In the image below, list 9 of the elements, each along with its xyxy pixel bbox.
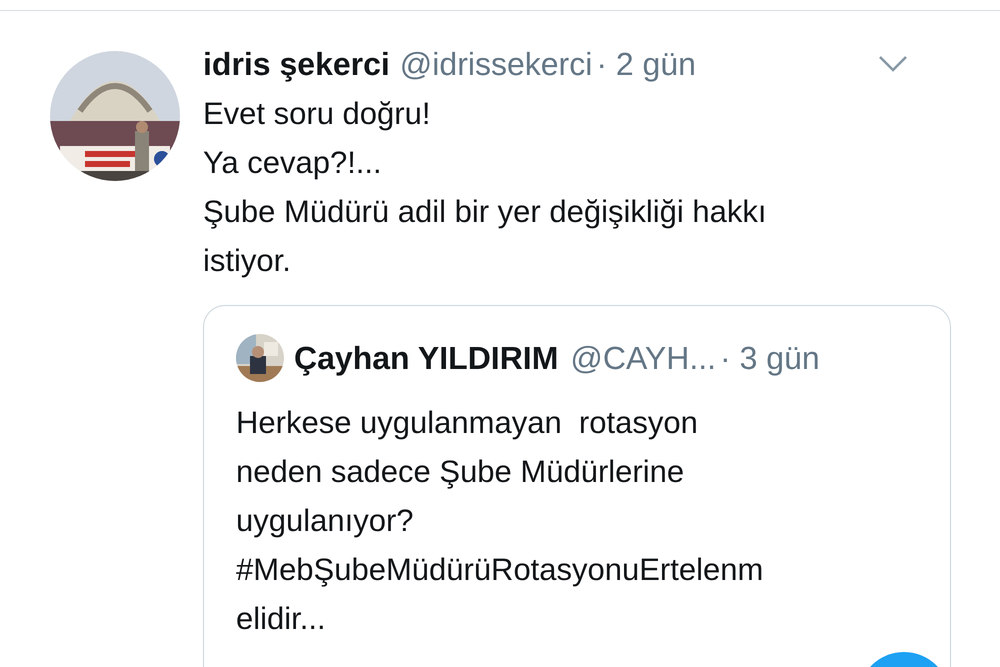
quoted-author-name: Çayhan YILDIRIM bbox=[294, 339, 558, 378]
quoted-tweet-time: · 3 gün bbox=[720, 339, 820, 378]
author-handle[interactable]: @idrissekerci bbox=[400, 40, 592, 88]
author-name[interactable]: idris şekerci bbox=[203, 40, 390, 88]
tweet-text: Evet soru doğru! Ya cevap?!... Şube Müdürü adil bir yer değişikliği hakkı istiyor. bbox=[203, 95, 768, 280]
quoted-tweet-text: Herkese uygulanmayan rotasyon neden sadece Şube Müdürlerine uygulanıyor? #MebŞubeMüdürüRotasyonuErtelenm elidir... bbox=[236, 404, 764, 638]
chevron-down-icon[interactable] bbox=[878, 55, 908, 73]
tweet-time[interactable]: · 2 gün bbox=[596, 40, 696, 88]
quoted-author-handle: @CAYH... bbox=[570, 339, 716, 378]
